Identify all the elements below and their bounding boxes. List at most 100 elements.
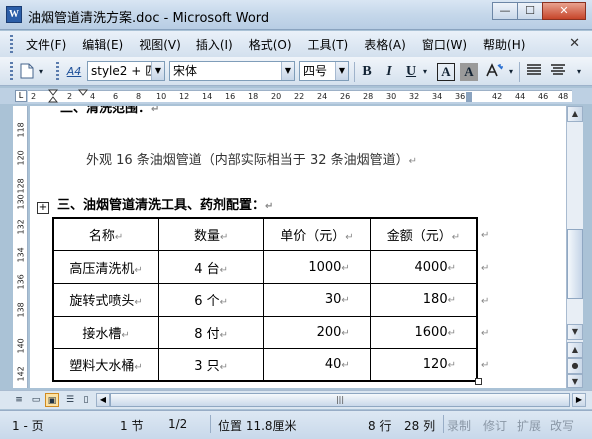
table-cell[interactable]: 高压清洗机↵ xyxy=(52,250,160,284)
table-move-handle-icon[interactable]: + xyxy=(37,202,49,214)
table-cell[interactable]: 4 台↵ xyxy=(158,250,265,284)
table-cell[interactable]: 40↵ xyxy=(263,348,371,382)
table-header-cell[interactable]: 金额（元）↵ xyxy=(369,217,478,252)
styles-pane-icon[interactable]: A4 xyxy=(63,63,85,81)
document-page[interactable]: 二、清洗范围：↵ 外观 16 条油烟管道（内部实际相当于 32 条油烟管道）↵ … xyxy=(30,106,566,388)
toolbar-grip-2-icon[interactable] xyxy=(56,62,59,82)
price-table[interactable]: 名称↵ 数量↵ 单价（元）↵ 金额（元）↵ 高压清洗机↵ 4 台↵ 1000↵ … xyxy=(52,217,478,383)
next-page-icon[interactable]: ▼ xyxy=(567,374,583,388)
indent-marker-icon[interactable] xyxy=(78,89,88,97)
status-ovr[interactable]: 改写 xyxy=(550,417,588,434)
table-header-cell[interactable]: 单价（元）↵ xyxy=(263,217,371,252)
ruler-number: 8 xyxy=(136,92,142,101)
chevron-down-icon[interactable]: ▼ xyxy=(151,62,164,80)
table-cell[interactable]: 接水槽↵ xyxy=(52,315,160,350)
table-cell[interactable]: 120↵ xyxy=(369,348,478,382)
style-combo[interactable]: style2 + 匹 ▼ xyxy=(87,61,165,81)
table-cell[interactable]: 180↵ xyxy=(369,282,478,317)
menubar-grip-icon[interactable] xyxy=(10,35,13,53)
italic-button[interactable]: I xyxy=(380,63,398,81)
align-left-icon[interactable] xyxy=(524,63,544,81)
table-cell[interactable]: 30↵ xyxy=(263,282,371,317)
vertical-scrollbar[interactable]: ▲ ▼ ▲ ● ▼ xyxy=(566,106,583,388)
font-color-icon[interactable] xyxy=(484,63,506,81)
close-document-icon[interactable]: ✕ xyxy=(569,36,580,51)
scroll-left-icon[interactable]: ◀ xyxy=(96,393,110,407)
table-cell[interactable]: 旋转式喷头↵ xyxy=(52,282,160,317)
select-browse-object-icon[interactable]: ● xyxy=(567,358,583,374)
vruler-number: 118 xyxy=(16,122,26,138)
menu-table[interactable]: 表格(A) xyxy=(364,36,406,53)
cell-mark: ↵ xyxy=(341,262,350,274)
web-layout-icon[interactable]: ▭ xyxy=(29,393,43,407)
menu-tools[interactable]: 工具(T) xyxy=(308,36,349,53)
scroll-up-icon[interactable]: ▲ xyxy=(567,106,583,122)
tab-selector-icon[interactable]: L xyxy=(15,90,27,102)
menu-window[interactable]: 窗口(W) xyxy=(422,36,467,53)
menu-edit[interactable]: 编辑(E) xyxy=(82,36,123,53)
align-center-icon[interactable] xyxy=(548,63,568,81)
scroll-down-icon[interactable]: ▼ xyxy=(567,324,583,340)
previous-page-icon[interactable]: ▲ xyxy=(567,342,583,358)
horizontal-ruler[interactable]: 2 2 4 6 8 10 12 14 16 18 20 22 24 26 28 … xyxy=(28,89,572,103)
new-doc-icon[interactable] xyxy=(18,63,36,81)
normal-view-icon[interactable]: ≡ xyxy=(12,393,26,407)
print-layout-icon[interactable]: ▣ xyxy=(45,393,59,407)
ruler-number: 6 xyxy=(113,92,119,101)
body-paragraph[interactable]: 外观 16 条油烟管道（内部实际相当于 32 条油烟管道）↵ xyxy=(86,149,417,168)
scroll-right-icon[interactable]: ▶ xyxy=(572,393,586,407)
chevron-down-icon[interactable]: ▼ xyxy=(281,62,294,80)
menu-file[interactable]: 文件(F) xyxy=(26,36,66,53)
cell-text: 1600 xyxy=(414,324,448,340)
char-border-button[interactable]: A xyxy=(437,63,455,81)
horizontal-scroll-thumb[interactable]: ||| xyxy=(110,393,570,407)
table-cell[interactable]: 3 只↵ xyxy=(158,348,265,382)
char-shading-button[interactable]: A xyxy=(460,63,478,81)
underline-button[interactable]: U xyxy=(402,63,420,81)
word-app-icon[interactable]: W xyxy=(6,6,22,23)
table-cell[interactable]: 1000↵ xyxy=(263,250,371,284)
status-ext[interactable]: 扩展 xyxy=(517,417,541,434)
underline-dropdown-icon[interactable]: ▾ xyxy=(420,63,430,81)
cell-mark: ↵ xyxy=(134,362,143,374)
table-cell[interactable]: 塑料大水桶↵ xyxy=(52,348,160,382)
vertical-ruler[interactable]: 118 120 128 130 132 134 136 138 140 142 xyxy=(13,106,28,388)
menu-format[interactable]: 格式(O) xyxy=(249,36,292,53)
toolbar-grip-icon[interactable] xyxy=(10,62,13,82)
cell-mark: ↵ xyxy=(219,264,229,276)
toolbar-options-icon[interactable]: ▾ xyxy=(572,63,586,81)
table-cell[interactable]: 6 个↵ xyxy=(158,282,265,317)
font-color-dropdown-icon[interactable]: ▾ xyxy=(506,63,516,81)
font-combo[interactable]: 宋体 ▼ xyxy=(169,61,295,81)
outline-view-icon[interactable]: ☰ xyxy=(63,393,77,407)
minimize-button[interactable]: — xyxy=(492,2,518,20)
cell-mark: ↵ xyxy=(341,295,350,307)
table-resize-handle-icon[interactable] xyxy=(475,378,482,385)
first-line-indent-icon[interactable] xyxy=(48,89,58,103)
menu-view[interactable]: 视图(V) xyxy=(139,36,181,53)
table-column-marker-icon[interactable] xyxy=(466,92,472,102)
menu-help[interactable]: 帮助(H) xyxy=(483,36,525,53)
ruler-number: 28 xyxy=(363,92,374,101)
ruler-number: 10 xyxy=(156,92,167,101)
table-cell[interactable]: 4000↵ xyxy=(369,250,478,284)
bold-button[interactable]: B xyxy=(358,63,376,81)
cell-mark: ↵ xyxy=(114,232,124,244)
table-header-cell[interactable]: 数量↵ xyxy=(158,217,265,252)
table-cell[interactable]: 1600↵ xyxy=(369,315,478,350)
close-button[interactable]: ✕ xyxy=(542,2,586,20)
font-size-combo[interactable]: 四号 ▼ xyxy=(299,61,349,81)
menu-insert[interactable]: 插入(I) xyxy=(196,36,233,53)
reading-layout-icon[interactable]: ▯ xyxy=(79,393,93,407)
chevron-down-icon[interactable]: ▼ xyxy=(335,62,348,80)
new-doc-dropdown-icon[interactable]: ▾ xyxy=(36,63,46,81)
section-heading-3[interactable]: 三、油烟管道清洗工具、药剂配置：↵ xyxy=(57,194,273,213)
status-trk[interactable]: 修订 xyxy=(483,417,507,434)
maximize-button[interactable]: ☐ xyxy=(517,2,543,20)
scroll-thumb[interactable] xyxy=(567,229,583,299)
horizontal-ruler-row: L 2 2 4 6 8 10 12 14 16 18 20 22 24 26 2… xyxy=(0,88,592,104)
table-header-cell[interactable]: 名称↵ xyxy=(52,217,160,252)
table-cell[interactable]: 8 付↵ xyxy=(158,315,265,350)
table-cell[interactable]: 200↵ xyxy=(263,315,371,350)
status-rec[interactable]: 录制 xyxy=(447,417,471,434)
